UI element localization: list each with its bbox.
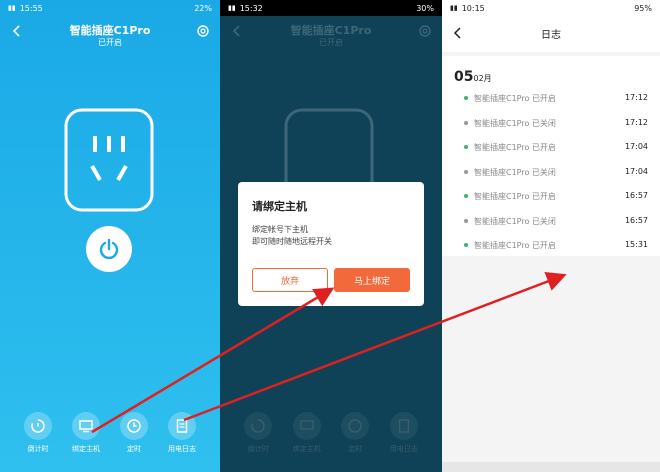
countdown-icon <box>31 419 45 433</box>
bind-host-dialog: 请绑定主机 绑定帐号下主机 即可随时随地远程开关 放弃 马上绑定 <box>238 182 424 306</box>
log-card: 0502月 智能插座C1Pro 已开启 17:12 智能插座C1Pro 已关闭 17:… <box>442 56 660 256</box>
log-entry: 智能插座C1Pro 已开启 15:31 <box>442 233 660 258</box>
bind-host-label: 绑定主机 <box>292 445 321 453</box>
log-entry: 智能插座C1Pro 已开启 16:57 <box>442 184 660 209</box>
monitor-icon <box>300 420 314 430</box>
bottom-toolbar: 倒计时 绑定主机 定时 用电日志 <box>0 412 220 462</box>
status-dot-on <box>464 243 468 247</box>
log-date: 0502月 <box>454 66 492 85</box>
bind-host-label: 绑定主机 <box>72 445 100 453</box>
log-entry-text: 智能插座C1Pro 已关闭 <box>474 216 556 226</box>
log-icon <box>398 419 409 433</box>
countdown-label: 倒计时 <box>27 445 49 453</box>
status-dot-on <box>464 194 468 198</box>
power-log-button[interactable]: 用电日志 <box>161 412 203 462</box>
dialog-line-1: 绑定帐号下主机 <box>252 225 308 234</box>
status-time: 15:32 <box>239 3 263 13</box>
log-entry: 智能插座C1Pro 已关闭 17:04 <box>442 160 660 185</box>
log-entry-time: 17:12 <box>624 93 648 102</box>
device-status: 已开启 <box>98 38 122 47</box>
bind-now-button[interactable]: 马上绑定 <box>334 268 410 292</box>
socket-icon <box>64 108 154 212</box>
bottom-toolbar: 倒计时 绑定主机 定时 用电日志 <box>220 412 442 462</box>
battery-level: 30% <box>416 3 434 13</box>
status-time: 15:55 <box>19 3 43 13</box>
countdown-icon <box>251 419 265 433</box>
log-screen: ▮▮ 10:15 95% 日志 0502月 智能插座C1Pro 已开启 17:12… <box>442 0 660 472</box>
timer-button[interactable]: 定时 <box>334 412 376 462</box>
status-dot-on <box>464 145 468 149</box>
log-date-month: 02月 <box>473 74 492 83</box>
log-entry-time: 17:04 <box>624 142 648 151</box>
power-button[interactable] <box>86 226 132 272</box>
bind-host-button[interactable]: 绑定主机 <box>65 412 107 462</box>
power-log-label: 用电日志 <box>168 445 196 453</box>
status-bar: ▮▮ 10:15 95% <box>442 0 660 16</box>
log-entry: 智能插座C1Pro 已开启 17:04 <box>442 135 660 160</box>
timer-label: 定时 <box>127 445 141 453</box>
page-title: 日志 <box>541 30 561 41</box>
dialog-message: 绑定帐号下主机 即可随时随地远程开关 <box>252 224 332 248</box>
log-entry-time: 15:31 <box>624 240 648 249</box>
timer-label: 定时 <box>348 445 363 453</box>
battery-level: 95% <box>634 3 652 13</box>
log-icon <box>176 419 188 433</box>
log-entry-time: 17:04 <box>624 166 648 176</box>
status-dot-on <box>464 96 468 100</box>
dialog-line-2: 即可随时随地远程开关 <box>252 237 332 246</box>
signal-icon: ▮▮ <box>8 4 16 12</box>
log-entry-time: 16:57 <box>624 215 648 225</box>
dialog-title: 请绑定主机 <box>252 200 307 213</box>
bind-host-button[interactable]: 绑定主机 <box>286 412 328 462</box>
status-bar: ▮▮ 15:32 30% <box>220 0 442 16</box>
cancel-button[interactable]: 放弃 <box>252 268 328 292</box>
log-entry-time: 17:12 <box>624 117 648 127</box>
countdown-label: 倒计时 <box>247 445 269 453</box>
socket-control-screen: ▮▮ 15:55 22% 智能插座C1Pro 已开启 倒计时 绑定主机 定时 用… <box>0 0 220 472</box>
status-time: 10:15 <box>461 3 485 13</box>
log-entry-text: 智能插座C1Pro 已开启 <box>474 94 556 103</box>
status-dot-off <box>464 120 468 125</box>
status-bar: ▮▮ 15:55 22% <box>0 0 220 16</box>
log-entry-time: 16:57 <box>624 191 648 200</box>
power-log-button[interactable]: 用电日志 <box>383 412 425 462</box>
log-entry-text: 智能插座C1Pro 已开启 <box>474 143 556 152</box>
power-icon <box>99 238 119 260</box>
log-entry-text: 智能插座C1Pro 已关闭 <box>474 118 556 128</box>
log-entry: 智能插座C1Pro 已开启 17:12 <box>442 86 660 111</box>
log-entry-text: 智能插座C1Pro 已开启 <box>474 241 556 250</box>
clock-icon <box>348 419 362 433</box>
clock-icon <box>127 419 141 433</box>
gear-icon[interactable] <box>196 24 210 38</box>
status-dot-off <box>464 169 468 174</box>
log-entry-text: 智能插座C1Pro 已关闭 <box>474 167 556 177</box>
page-title: 智能插座C1Pro <box>69 24 151 37</box>
battery-level: 22% <box>194 3 212 13</box>
page-title: 智能插座C1Pro <box>290 24 372 37</box>
log-entry-text: 智能插座C1Pro 已开启 <box>474 192 556 201</box>
log-list: 智能插座C1Pro 已开启 17:12 智能插座C1Pro 已关闭 17:12 智能插座… <box>442 86 660 258</box>
gear-icon[interactable] <box>418 24 432 38</box>
signal-icon: ▮▮ <box>450 4 458 12</box>
countdown-button[interactable]: 倒计时 <box>237 412 279 462</box>
status-dot-off <box>464 218 468 223</box>
home-indicator-bar <box>442 462 660 472</box>
monitor-icon <box>79 420 93 433</box>
power-log-label: 用电日志 <box>389 445 418 453</box>
timer-button[interactable]: 定时 <box>113 412 155 462</box>
bind-host-screen: ▮▮ 15:32 30% 智能插座C1Pro 已开启 请绑定主机 绑定帐号下主机… <box>220 0 442 472</box>
signal-icon: ▮▮ <box>228 4 236 12</box>
device-status: 已开启 <box>319 38 343 47</box>
log-header: 日志 <box>442 16 660 52</box>
log-entry: 智能插座C1Pro 已关闭 17:12 <box>442 111 660 136</box>
log-date-day: 05 <box>454 69 474 85</box>
countdown-button[interactable]: 倒计时 <box>17 412 59 462</box>
log-entry: 智能插座C1Pro 已关闭 16:57 <box>442 209 660 234</box>
